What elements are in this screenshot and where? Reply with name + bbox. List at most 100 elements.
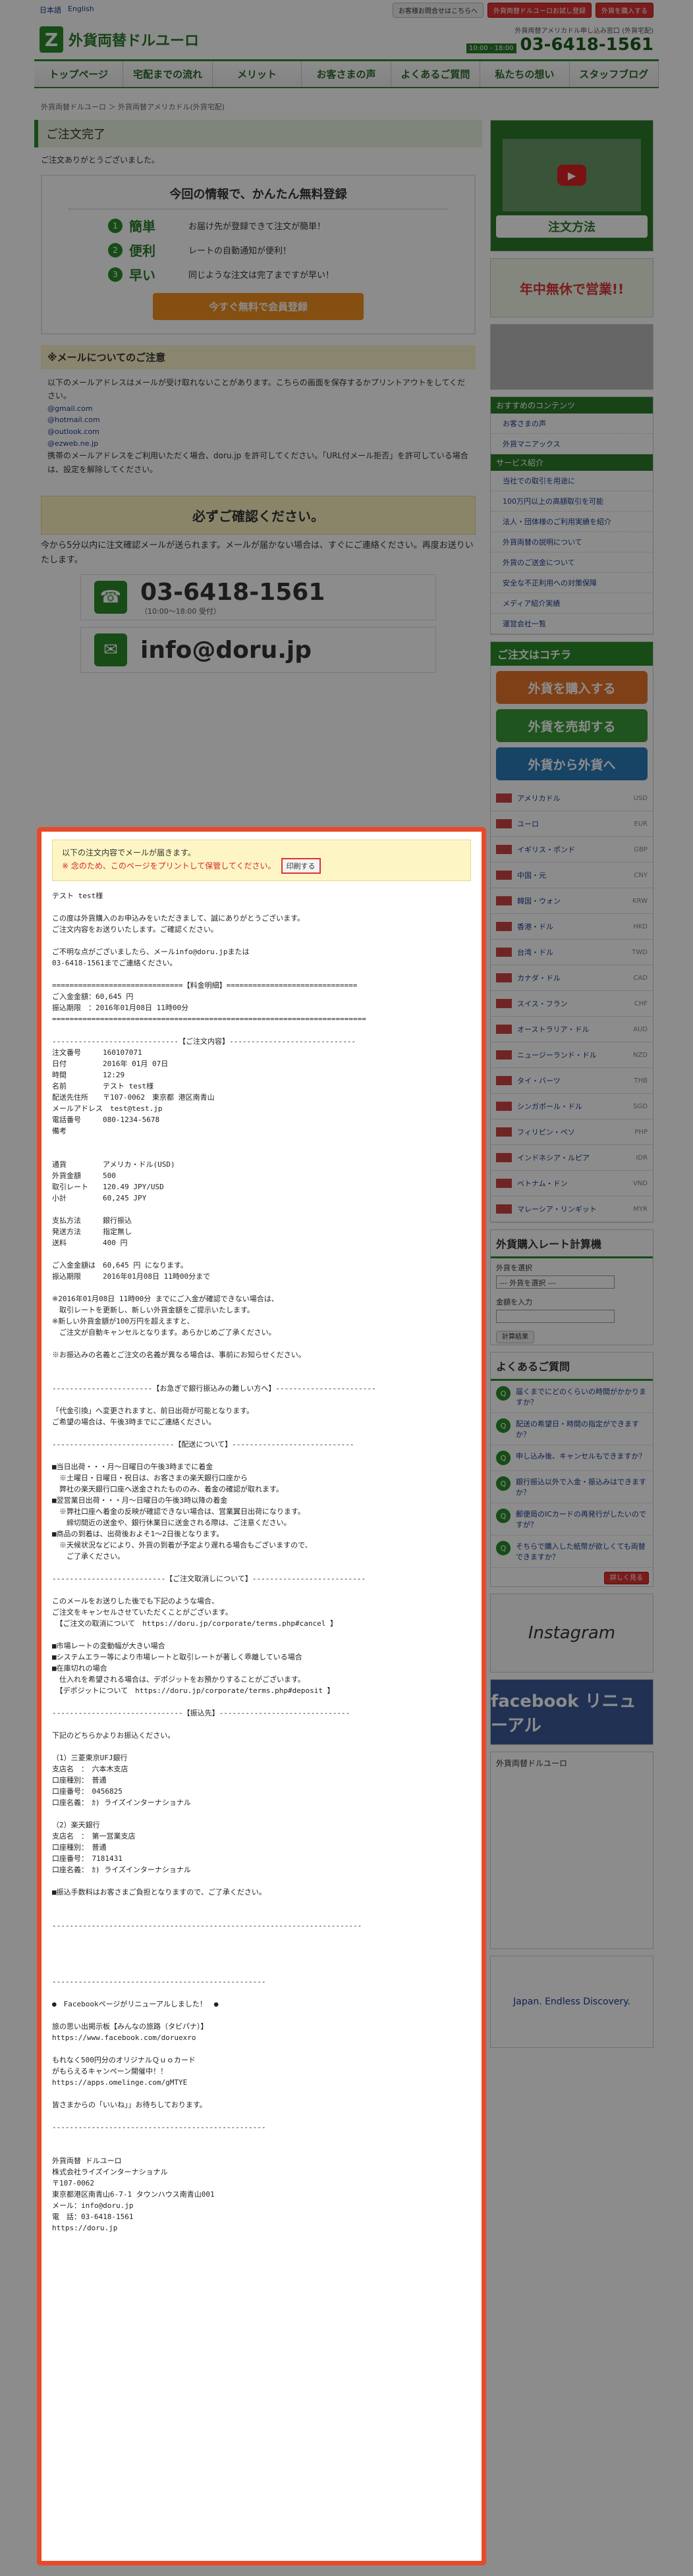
japan-endless-discovery-banner[interactable]: Japan. Endless Discovery. bbox=[490, 1956, 653, 2048]
buy-currency-top-button[interactable]: 外貨を購入する bbox=[596, 2, 653, 18]
currency-row[interactable]: カナダ・ドル CAD bbox=[491, 965, 653, 991]
side-link[interactable]: 外貨のご送金について bbox=[491, 552, 653, 573]
register-promo: 今回の情報で、かんたん無料登録 1 簡単 お届け先が登録できて注文が簡単！ 2 便利 レ… bbox=[41, 174, 476, 335]
contact-phone: 03-6418-1561 bbox=[140, 578, 325, 606]
site-logo[interactable]: Z 外貨両替ドルユーロ bbox=[40, 26, 199, 53]
nav-flow[interactable]: 宅配までの流れ bbox=[123, 61, 213, 87]
currency-row[interactable]: イギリス・ポンド GBP bbox=[491, 837, 653, 863]
nav-merit[interactable]: メリット bbox=[212, 61, 302, 87]
currency-code: HKD bbox=[633, 923, 648, 930]
currency-name: イギリス・ポンド bbox=[517, 845, 575, 854]
nav-thoughts[interactable]: 私たちの想い bbox=[480, 61, 570, 87]
side-link[interactable]: 100万円以上の高額取引を可能 bbox=[491, 491, 653, 512]
facebook-text: facebook リニューアル bbox=[491, 1692, 636, 1736]
register-button[interactable]: 今すぐ無料で会員登録 bbox=[153, 293, 364, 320]
faq-item[interactable]: Q 郵便局のICカードの再発行がしたいのですが？ bbox=[491, 1503, 653, 1536]
mail-notice-text-2: 携帯のメールアドレスをご利用いただく場合、doru.jp を許可してください。「… bbox=[47, 451, 468, 474]
currency-code: THB bbox=[634, 1077, 648, 1085]
side-link[interactable]: 外貨マニアックス bbox=[491, 434, 653, 454]
currency-row[interactable]: マレーシア・リンギット MYR bbox=[491, 1196, 653, 1222]
faq-item[interactable]: Q そちらで購入した紙幣が欲しくても両替できますか？ bbox=[491, 1536, 653, 1568]
instagram-text: Instagram bbox=[528, 1623, 616, 1643]
currency-code: TWD bbox=[632, 948, 648, 956]
side-link[interactable]: 法人・団体様のご利用実績を紹介 bbox=[491, 512, 653, 532]
amount-input[interactable] bbox=[496, 1310, 615, 1323]
lang-en-link[interactable]: English bbox=[68, 5, 94, 15]
currency-row[interactable]: フィリピン・ペソ PHP bbox=[491, 1119, 653, 1145]
question-icon: Q bbox=[496, 1418, 511, 1433]
currency-row[interactable]: 中国・元 CNY bbox=[491, 863, 653, 888]
lang-ja-link[interactable]: 日本語 bbox=[40, 5, 61, 15]
currency-row[interactable]: アメリカドル USD bbox=[491, 786, 653, 811]
calc-amount-label: 金額を入力 bbox=[496, 1298, 532, 1306]
currency-code: SGD bbox=[633, 1102, 648, 1110]
side-link[interactable]: メディア紹介実績 bbox=[491, 593, 653, 614]
faq-text: 銀行振込以外で入金・振込みはできますか？ bbox=[516, 1478, 646, 1497]
merit-key: 便利 bbox=[129, 243, 155, 259]
side-link[interactable]: 外貨両替の説明について bbox=[491, 532, 653, 552]
currency-row[interactable]: シンガポール・ドル SGD bbox=[491, 1094, 653, 1119]
currency-row[interactable]: 韓国・ウォン KRW bbox=[491, 888, 653, 914]
flag-icon bbox=[496, 896, 512, 905]
currency-select[interactable]: --- 外貨を選択 --- bbox=[496, 1275, 615, 1289]
trial-register-button[interactable]: 外貨両替ドルユーロお試し登録 bbox=[487, 2, 592, 18]
calc-button[interactable]: 計算結果 bbox=[496, 1331, 534, 1343]
contact-button[interactable]: お客様お問合せはこちらへ bbox=[393, 2, 484, 18]
register-title: 今回の情報で、かんたん無料登録 bbox=[69, 185, 448, 209]
currency-code: EUR bbox=[634, 820, 648, 828]
currency-row[interactable]: ベトナム・ドン VND bbox=[491, 1171, 653, 1196]
currency-row[interactable]: インドネシア・ルピア IDR bbox=[491, 1145, 653, 1171]
currency-name: ユーロ bbox=[517, 820, 539, 828]
language-switch: 日本語 English bbox=[40, 5, 94, 15]
currency-row[interactable]: 台湾・ドル TWD bbox=[491, 940, 653, 965]
currency-name: 香港・ドル bbox=[517, 923, 553, 931]
currency-row[interactable]: 香港・ドル HKD bbox=[491, 914, 653, 940]
mail-domain: @gmail.com bbox=[47, 404, 93, 413]
side-link[interactable]: 当社での取引を用途に bbox=[491, 471, 653, 491]
nav-blog[interactable]: スタッフブログ bbox=[569, 61, 659, 87]
flag-icon bbox=[496, 819, 512, 828]
currency-code: CAD bbox=[633, 974, 648, 982]
faq-item[interactable]: Q 配送の希望日・時間の指定ができますか？ bbox=[491, 1413, 653, 1445]
faq-text: 配送の希望日・時間の指定ができますか？ bbox=[516, 1420, 639, 1439]
currency-row[interactable]: タイ・バーツ THB bbox=[491, 1068, 653, 1094]
nav-faq[interactable]: よくあるご質問 bbox=[391, 61, 481, 87]
phone-box[interactable]: ☎ 03-6418-1561 （10:00〜18:00 受付） bbox=[80, 574, 436, 621]
video-label: 注文方法 bbox=[496, 215, 648, 238]
nav-top[interactable]: トップページ bbox=[34, 61, 124, 87]
side-link[interactable]: 安全な不正利用への対策保障 bbox=[491, 573, 653, 593]
faq-text: そちらで購入した紙幣が欲しくても両替できますか？ bbox=[516, 1542, 646, 1561]
currency-row[interactable]: オーストラリア・ドル AUD bbox=[491, 1017, 653, 1042]
mail-domain: @ezweb.ne.jp bbox=[47, 439, 99, 448]
currency-list: アメリカドル USD ユーロ EUR イギリス・ポンド GBP 中国・元 CNY 韓国・ウォン K… bbox=[491, 786, 653, 1222]
faq-more-button[interactable]: 詳しく見る bbox=[604, 1572, 649, 1584]
faq-item[interactable]: Q 申し込み後、キャンセルもできますか？ bbox=[491, 1445, 653, 1471]
recommended-title: おすすめのコンテンツ bbox=[491, 397, 653, 414]
question-icon: Q bbox=[496, 1386, 511, 1401]
calc-title: 外貨購入レート計算機 bbox=[491, 1230, 653, 1258]
faq-item[interactable]: Q 届くまでにどのくらいの時間がかかりますか？ bbox=[491, 1381, 653, 1413]
instagram-banner[interactable]: Instagram bbox=[490, 1594, 653, 1673]
order-method-video[interactable]: ▶ 注文方法 bbox=[490, 120, 653, 252]
currency-row[interactable]: ユーロ EUR bbox=[491, 811, 653, 837]
currency-code: KRW bbox=[632, 897, 648, 905]
sell-button[interactable]: 外貨を売却する bbox=[496, 709, 648, 742]
question-icon: Q bbox=[496, 1541, 511, 1555]
currency-code: USD bbox=[633, 794, 648, 802]
nav-voice[interactable]: お客さまの声 bbox=[302, 61, 391, 87]
side-link[interactable]: 運営会社一覧 bbox=[491, 614, 653, 634]
side-link[interactable]: お客さまの声 bbox=[491, 414, 653, 434]
currency-row[interactable]: スイス・フラン CHF bbox=[491, 991, 653, 1017]
open-everyday-banner[interactable]: 年中無休で営業!! bbox=[490, 258, 653, 317]
facebook-widget[interactable]: 外貨両替ドルユーロ bbox=[490, 1752, 653, 1949]
buy-button[interactable]: 外貨を購入する bbox=[496, 671, 648, 704]
mail-icon: ✉ bbox=[94, 633, 127, 667]
currency-code: AUD bbox=[633, 1025, 648, 1033]
facebook-banner[interactable]: facebook リニューアル bbox=[490, 1679, 653, 1745]
email-box[interactable]: ✉ info@doru.jp bbox=[80, 627, 436, 674]
mail-notice-title: ※メールについてのご注意 bbox=[41, 345, 476, 369]
exchange-button[interactable]: 外貨から外貨へ bbox=[496, 747, 648, 780]
faq-item[interactable]: Q 銀行振込以外で入金・振込みはできますか？ bbox=[491, 1471, 653, 1503]
currency-row[interactable]: ニュージーランド・ドル NZD bbox=[491, 1042, 653, 1068]
print-button[interactable]: 印刷する bbox=[281, 858, 321, 874]
